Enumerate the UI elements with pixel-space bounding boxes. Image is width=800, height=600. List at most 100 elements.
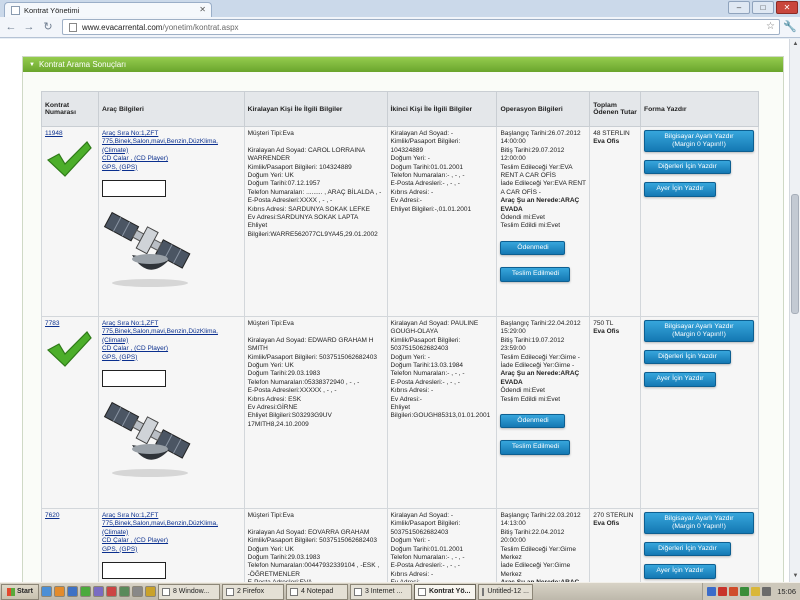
app-quicklaunch-icon[interactable] (92, 586, 104, 597)
scroll-up-arrow-icon[interactable]: ▲ (790, 39, 800, 50)
tray-volume-icon[interactable] (762, 587, 772, 596)
browser-tab[interactable]: Kontrat Yönetimi ✕ (4, 2, 212, 17)
text-line: 5037515062682403 (390, 345, 449, 353)
text-line: İade Edileceği Yer:Girne - (500, 362, 575, 370)
text-line: Kiralayan Ad Soyad: - (390, 130, 454, 137)
chrome-quicklaunch-icon[interactable] (79, 586, 91, 597)
scroll-down-arrow-icon[interactable]: ▼ (790, 571, 800, 582)
text-line: Kıbrıs Adresi: - (390, 188, 434, 196)
not-paid-button[interactable]: Ödenmedi (500, 414, 566, 429)
vehicle-input-box[interactable] (101, 370, 166, 388)
chrome-icon (417, 587, 426, 596)
vehicle-location: Araç Şu an Nerede:ARAÇ EVADA (500, 370, 580, 386)
taskbar-item-windows[interactable]: 8 Window... (157, 583, 220, 600)
minimize-button[interactable]: – (728, 1, 750, 14)
operation-info-cell: Başlangıç Tarihi:22.03.2012 14:13:00 Bitiş… (496, 508, 591, 582)
text-line: 20:00:00 (500, 537, 526, 545)
second-person-cell: Kiralayan Ad Soyad: - Kimlik/Pasaport Bil… (386, 126, 498, 317)
close-tab-icon[interactable]: ✕ (199, 5, 206, 14)
maximize-button[interactable]: □ (752, 1, 774, 14)
tool-quicklaunch-icon[interactable] (118, 586, 130, 597)
taskbar-item-internet[interactable]: 3 Internet ... (349, 583, 412, 600)
header-second-person-info: İkinci Kişi İle İlgili Bilgiler (386, 91, 498, 127)
page-viewport: ▼ Kontrat Arama Sonuçları Kontrat Numara… (0, 39, 789, 582)
text-line: Teslim Edileceği Yer:Girne - (500, 353, 580, 361)
vehicle-input-box[interactable] (101, 180, 166, 198)
ie-quicklaunch-icon[interactable] (66, 586, 78, 597)
window-controls: – □ ✕ (728, 1, 798, 14)
show-desktop-icon[interactable] (40, 586, 52, 597)
firefox-icon (225, 587, 234, 596)
firefox-quicklaunch-icon[interactable] (53, 586, 65, 597)
text-line: Başlangıç Tarihi:22.04.2012 (500, 320, 581, 327)
vehicle-link[interactable]: Araç Sıra No:1,ZFT 775,Binek,Salon,mavi,B… (102, 130, 241, 172)
bookmark-star-icon[interactable]: ☆ (766, 21, 775, 32)
text-line: (Climate) (101, 336, 129, 344)
print-others-button[interactable]: Diğerleri İçin Yazdır (643, 160, 731, 175)
table-row: 7783 Araç Sıra No:1,ZFT 775,Binek,Salon,m… (41, 316, 760, 509)
print-others-button[interactable]: Diğerleri İçin Yazdır (643, 350, 731, 365)
satellite-image (103, 401, 191, 478)
forward-arrow-icon[interactable]: → (22, 20, 36, 34)
print-ayer-button[interactable]: Ayer İçin Yazdır (643, 372, 716, 387)
vehicle-link[interactable]: Araç Sıra No:1,ZFT 775,Binek,Salon,mavi,B… (102, 512, 241, 554)
text-line: Doğum Yeri: UK (247, 545, 294, 553)
folder-quicklaunch-icon[interactable] (144, 586, 156, 597)
system-tray: 15:06 (702, 583, 800, 600)
panel-header[interactable]: ▼ Kontrat Arama Sonuçları (23, 57, 783, 72)
scrollbar-thumb[interactable] (791, 194, 799, 314)
vehicle-info-cell: Araç Sıra No:1,ZFT 775,Binek,Salon,mavi,B… (97, 316, 245, 509)
not-paid-button[interactable]: Ödenmedi (500, 240, 566, 256)
reload-icon[interactable]: ↻ (41, 20, 55, 34)
print-ayer-button[interactable]: Ayer İçin Yazdır (643, 564, 716, 579)
not-delivered-button[interactable]: Teslim Edilmedi (500, 440, 571, 455)
text-line (248, 328, 384, 336)
tray-update-icon[interactable] (740, 587, 750, 596)
header-print-form: Forma Yazdır (639, 91, 760, 127)
vehicle-input-box[interactable] (101, 562, 166, 580)
table-row: 7620 Araç Sıra No:1,ZFT 775,Binek,Salon,m… (41, 508, 760, 582)
text-line: Kiralayan Ad Soyad: PAULINE (390, 320, 479, 327)
not-delivered-button[interactable]: Teslim Edilmedi (500, 267, 571, 282)
text-line: Doğum Yeri: UK (247, 362, 294, 370)
print-ayer-button[interactable]: Ayer İçin Yazdır (643, 182, 716, 197)
operation-info-cell: Başlangıç Tarihi:26.07.2012 14:00:00 Bitiş… (496, 126, 591, 317)
total-amount: 48 STERLIN (593, 130, 630, 137)
media-quicklaunch-icon[interactable] (105, 586, 117, 597)
vertical-scrollbar[interactable]: ▲ ▼ (789, 39, 800, 582)
header-tenant-info: Kiralayan Kişi İle İlgili Bilgiler (243, 91, 388, 127)
wrench-menu-icon[interactable]: 🔧 (783, 20, 797, 33)
address-bar[interactable]: www.evacarrental.com/yonetim/kontrat.asp… (62, 19, 780, 35)
contract-number-link[interactable]: 7620 (45, 512, 59, 519)
taskbar-item-kontrat[interactable]: Kontrat Yö... (413, 583, 476, 600)
browser-toolbar: ← → ↻ www.evacarrental.com/yonetim/kontr… (0, 17, 800, 38)
text-line: Ev Adresi:SARDUNYA SOKAK LAPTA (247, 214, 359, 222)
header-total-paid: Toplam Ödenen Tutar (589, 91, 641, 127)
extra-quicklaunch-icon[interactable] (131, 586, 143, 597)
print-computer-button[interactable]: Bilgisayar Ayarlı Yazdır (Margin 0 Yapın… (643, 130, 754, 152)
taskbar-item-untitled[interactable]: Untitled-12 ... (477, 583, 533, 600)
taskbar-item-firefox[interactable]: 2 Firefox (221, 583, 284, 600)
start-button[interactable]: Start (1, 583, 39, 600)
print-others-button[interactable]: Diğerleri İçin Yazdır (643, 542, 731, 557)
total-amount: 750 TL (593, 320, 614, 327)
text-line: 14:00:00 (500, 138, 526, 146)
tray-antivirus-icon[interactable] (718, 587, 728, 596)
text-line: Telefon Numaraları:- , - , - (390, 554, 465, 562)
text-line: Teslim Edildi mi:Evet (500, 395, 561, 403)
taskbar-item-notepad[interactable]: 4 Notepad (285, 583, 348, 600)
text-line: (Climate) (101, 528, 129, 536)
vehicle-link[interactable]: Araç Sıra No:1,ZFT 775,Binek,Salon,mavi,B… (102, 320, 241, 362)
contract-number-link[interactable]: 11948 (45, 130, 63, 137)
windows-flag-icon (7, 587, 15, 596)
back-arrow-icon[interactable]: ← (4, 20, 18, 34)
print-computer-button[interactable]: Bilgisayar Ayarlı Yazdır (Margin 0 Yapın… (643, 320, 754, 342)
total-paid-cell: 750 TL Eva Ofis (589, 316, 641, 509)
close-window-button[interactable]: ✕ (776, 1, 798, 14)
contract-number-link[interactable]: 7783 (45, 320, 59, 327)
print-computer-button[interactable]: Bilgisayar Ayarlı Yazdır (Margin 0 Yapın… (643, 512, 754, 534)
tray-app-icon[interactable] (729, 587, 739, 596)
tenant-info-cell: Müşteri Tipi:Eva Kiralayan Ad Soyad: CAR… (243, 126, 388, 317)
tray-network-icon[interactable] (707, 587, 717, 596)
tray-shield-icon[interactable] (751, 587, 761, 596)
